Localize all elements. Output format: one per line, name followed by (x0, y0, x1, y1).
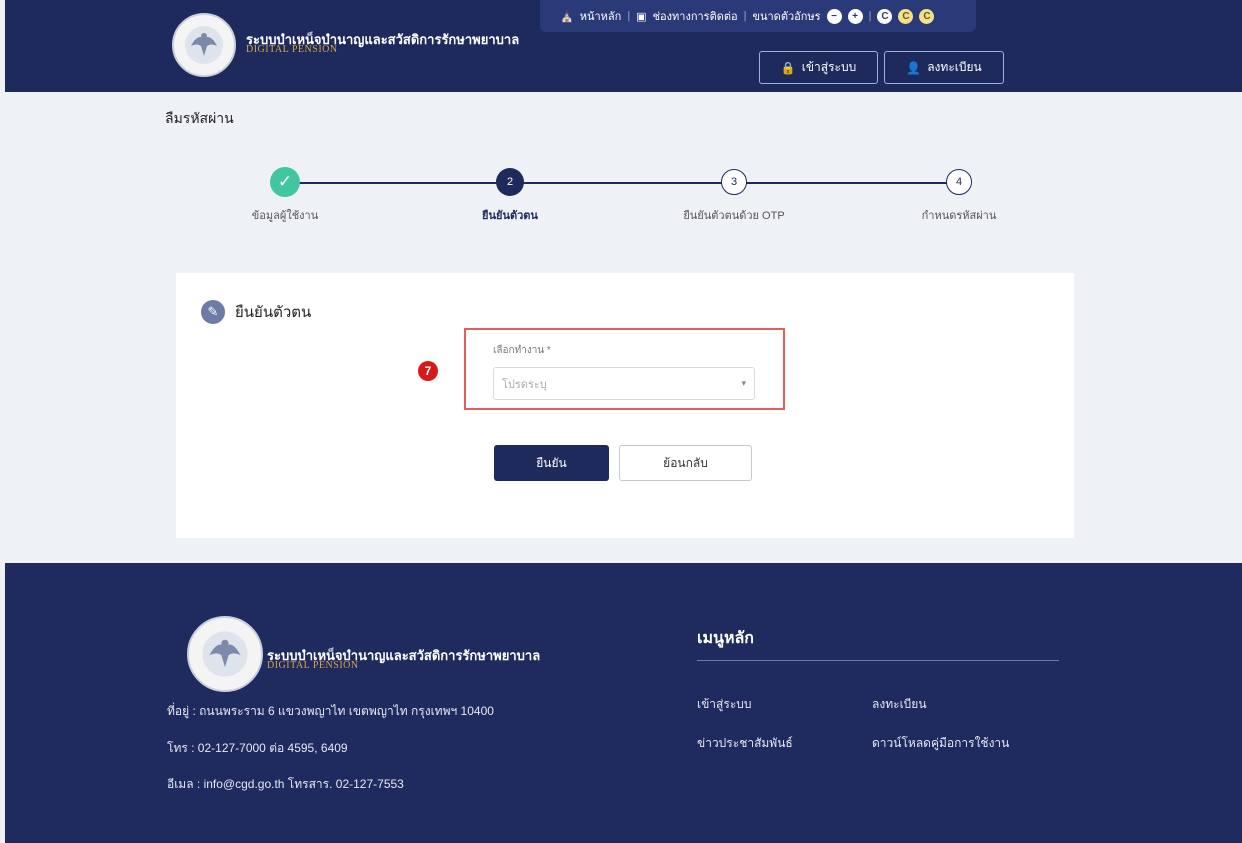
register-label: ลงทะเบียน (927, 60, 982, 74)
garuda-emblem-icon (185, 26, 223, 64)
footer-divider (697, 660, 1059, 661)
font-decrease-button[interactable]: − (826, 8, 842, 24)
card-title: ยืนยันตัวตน (235, 304, 312, 321)
logo-emblem[interactable] (172, 13, 236, 77)
register-button[interactable]: 👤 ลงทะเบียน (884, 51, 1004, 84)
user-plus-icon: 👤 (906, 60, 922, 75)
separator: | (627, 10, 631, 22)
confirm-button[interactable]: ยืนยัน (494, 445, 609, 481)
garuda-emblem-icon (202, 631, 248, 677)
footer-menu-title: เมนูหลัก (697, 630, 754, 647)
footer-brand-en: DIGITAL PENSION (267, 660, 359, 671)
utility-bar: ⛪ หน้าหลัก | ▣ ช่องทางการติดต่อ | ขนาดตั… (540, 0, 976, 32)
chevron-down-icon: ▾ (741, 378, 746, 388)
back-button[interactable]: ย้อนกลับ (619, 445, 752, 481)
footer-phone: โทร : 02-127-7000 ต่อ 4595, 6409 (167, 741, 348, 755)
font-increase-button[interactable]: + (847, 8, 863, 24)
contrast-yellow-button[interactable]: C (898, 8, 914, 24)
step-1-label: ข้อมูลผู้ใช้งาน (251, 210, 319, 222)
step-3-number: 3 (721, 169, 747, 195)
job-select-label: เลือกทำงาน * (493, 345, 551, 356)
home-icon: ⛪ (560, 10, 574, 23)
footer-link-manual[interactable]: ดาวน์โหลดคู่มือการใช้งาน (872, 734, 1009, 753)
footer-link-login[interactable]: เข้าสู่ระบบ (697, 695, 752, 714)
footer-logo-emblem (187, 616, 263, 692)
home-link[interactable]: หน้าหลัก (580, 7, 622, 25)
contact-link[interactable]: ช่องทางการติดต่อ (653, 7, 738, 25)
font-size-label: ขนาดตัวอักษร (752, 11, 821, 23)
lock-icon: 🔒 (780, 60, 796, 75)
stepper-line (285, 182, 961, 184)
separator: | (868, 10, 872, 22)
job-select[interactable]: โปรดระบุ ▾ (493, 367, 755, 400)
contact-icon: ▣ (636, 10, 647, 23)
job-select-value: โปรดระบุ (502, 378, 547, 391)
footer-link-register[interactable]: ลงทะเบียน (872, 695, 927, 714)
annotation-badge: 7 (418, 361, 438, 381)
step-4-label: กำหนดรหัสผ่าน (921, 210, 997, 222)
page-title: ลืมรหัสผ่าน (165, 110, 234, 126)
pencil-icon: ✎ (201, 300, 225, 324)
step-2-number: 2 (496, 168, 524, 196)
contrast-default-button[interactable]: C (877, 8, 893, 24)
footer-email: อีเมล : info@cgd.go.th โทรสาร. 02-127-75… (167, 777, 404, 791)
footer-link-news[interactable]: ข่าวประชาสัมพันธ์ (697, 734, 793, 753)
footer-address: ที่อยู่ : ถนนพระราม 6 แขวงพญาไท เขตพญาไท… (167, 704, 494, 718)
step-1-check-icon: ✓ (270, 167, 300, 197)
brand-title-en: DIGITAL PENSION (246, 44, 338, 55)
step-2-label: ยืนยันตัวตน (482, 210, 538, 222)
login-button[interactable]: 🔒 เข้าสู่ระบบ (759, 51, 878, 84)
contrast-high-button[interactable]: C (919, 8, 935, 24)
step-3-label: ยืนยันตัวตนด้วย OTP (683, 210, 785, 222)
step-4-number: 4 (946, 169, 972, 195)
login-label: เข้าสู่ระบบ (801, 60, 857, 74)
separator: | (743, 10, 747, 22)
